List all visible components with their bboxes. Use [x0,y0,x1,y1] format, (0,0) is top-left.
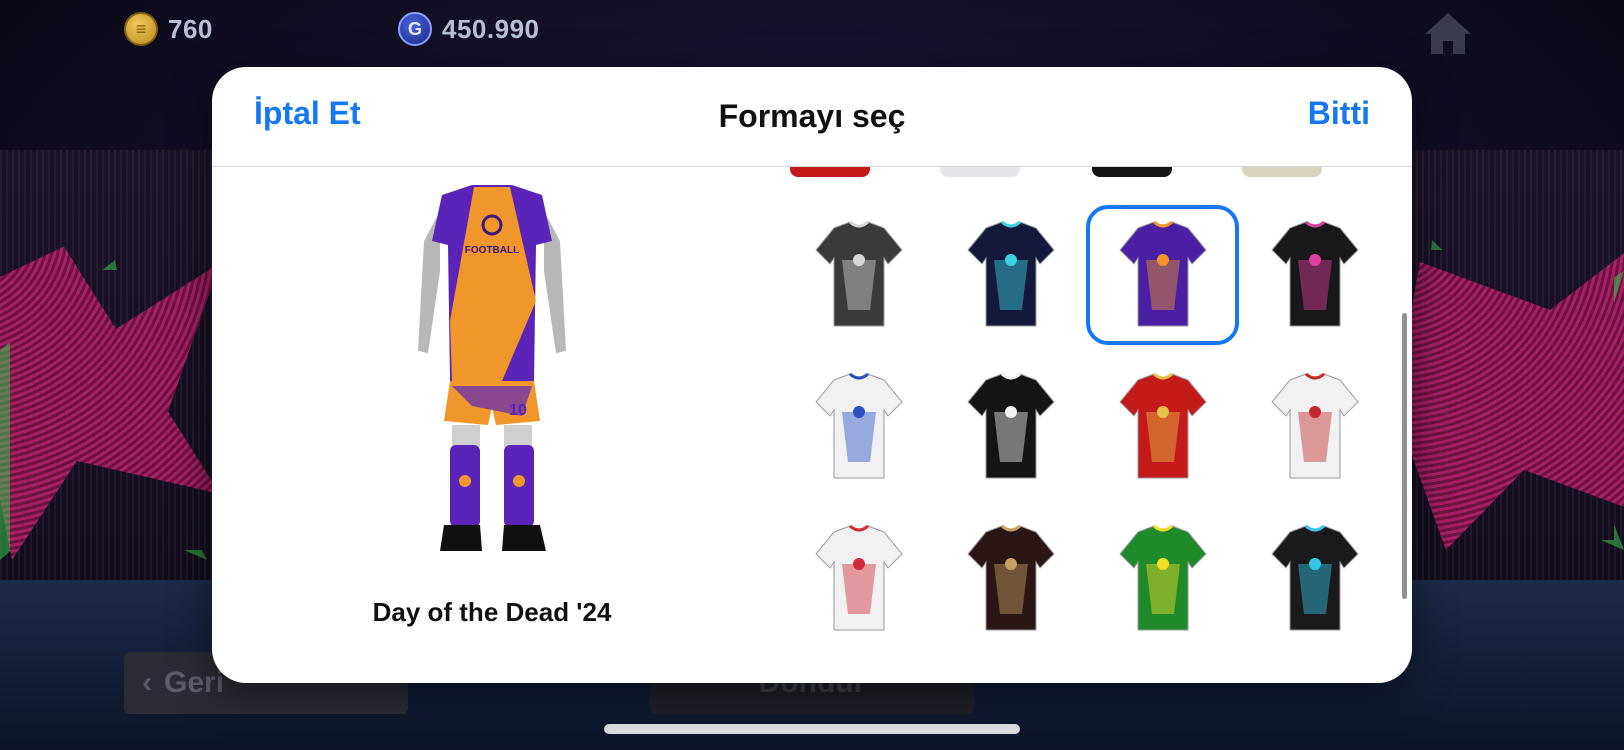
jersey-icon [966,372,1055,479]
kit-option-kit-white-red-kanji[interactable] [1238,357,1391,497]
kit-option-kit-black-white-kanji[interactable] [934,357,1087,497]
kit-option-kit-white-blue-collar[interactable] [782,357,935,497]
jersey-icon [814,524,903,631]
home-icon[interactable] [1422,10,1474,56]
kit-option-kit-black-magenta-t[interactable] [782,205,935,345]
kit-preview: FOOTBALL 10 Day of the Dead '24 [212,167,772,683]
efootball-coin-icon: ≡ [124,12,158,46]
kit-option-kit-navy-cyan-purple[interactable] [934,205,1087,345]
jersey-icon [1270,372,1359,479]
svg-text:10: 10 [509,402,527,419]
svg-text:FOOTBALL: FOOTBALL [465,245,519,256]
jersey-icon [1118,220,1207,327]
gp-icon: G [398,12,432,46]
modal-header: İptal Et Formayı seç Bitti [212,67,1412,167]
jersey-icon [814,220,903,327]
kit-option-kit-red-gold[interactable] [1086,357,1239,497]
jersey-icon [1118,524,1207,631]
scrollbar[interactable] [1402,313,1407,599]
jersey-icon [966,524,1055,631]
chevron-left-icon: ‹ [142,666,152,699]
done-button[interactable]: Bitti [1308,95,1370,132]
jersey-icon [1270,220,1359,327]
kit-option-kit-black-cyan-orange[interactable] [1238,509,1391,649]
gp-display: G 450.990 [398,12,539,46]
jersey-icon [1270,524,1359,631]
jersey-icon [814,372,903,479]
kit-option-kit-green-yellow[interactable] [1086,509,1239,649]
kit-thumb-partial[interactable] [1092,167,1172,177]
kit-grid [772,167,1412,683]
jersey-icon [966,220,1055,327]
jersey-icon [1118,372,1207,479]
kit-thumb-partial[interactable] [790,167,870,177]
coins-display: ≡ 760 [124,12,213,46]
kit-option-kit-day-of-the-dead[interactable] [1086,205,1239,345]
kit-option-kit-black-gold-stripes[interactable] [934,509,1087,649]
cancel-button[interactable]: İptal Et [254,95,361,132]
gp-value: 450.990 [442,13,540,44]
home-indicator[interactable] [604,724,1020,734]
kit-thumb-partial[interactable] [1242,167,1322,177]
kit-select-modal: İptal Et Formayı seç Bitti FOOTBALL 10 D… [212,67,1412,683]
modal-title: Formayı seç [718,98,906,134]
kit-option-kit-white-red-blue-sleeves[interactable] [782,509,935,649]
selected-kit-name: Day of the Dead '24 [372,597,612,627]
kit-option-kit-black-colorful[interactable] [1238,205,1391,345]
kit-mannequin-preview: FOOTBALL 10 [418,185,566,551]
coins-value: 760 [168,13,213,44]
kit-thumb-partial[interactable] [940,167,1020,177]
